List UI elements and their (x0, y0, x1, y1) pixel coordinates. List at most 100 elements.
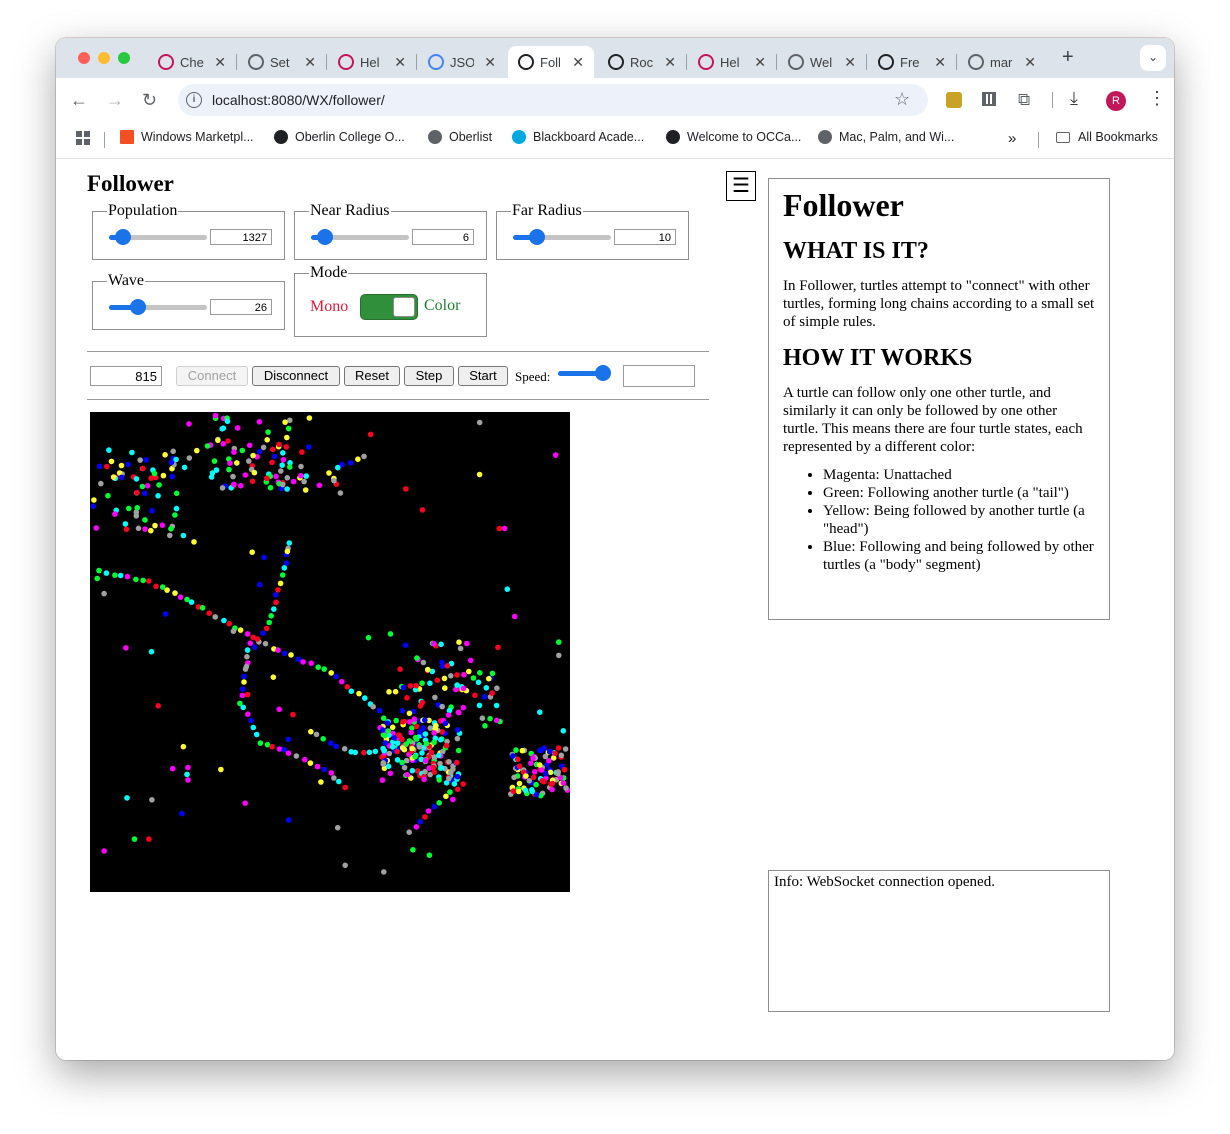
turtle (417, 703, 424, 709)
bookmark-star-icon[interactable]: ☆ (894, 89, 910, 110)
bookmark-label: Blackboard Acade... (533, 130, 645, 144)
tab-6[interactable]: Roc ✕ (598, 46, 686, 78)
close-tab-icon[interactable]: ✕ (1024, 54, 1036, 71)
turtle (186, 455, 193, 461)
wave-input[interactable]: 26 (210, 299, 272, 315)
bookmark-item[interactable]: Oberlin College O... (274, 130, 405, 144)
population-slider-knob[interactable] (114, 229, 131, 245)
turtle (279, 481, 286, 488)
turtle (248, 717, 254, 724)
close-tab-icon[interactable]: ✕ (844, 54, 856, 71)
bookmark-item[interactable]: Blackboard Acade... (512, 130, 644, 144)
turtle (124, 795, 130, 801)
profile-avatar[interactable]: R (1106, 91, 1126, 111)
close-tab-icon[interactable]: ✕ (934, 54, 946, 71)
turtle (301, 478, 307, 485)
new-tab-button[interactable]: + (1062, 46, 1074, 69)
wave-slider[interactable] (109, 299, 207, 315)
speed-value-box[interactable] (623, 365, 695, 387)
mode-toggle[interactable] (360, 294, 418, 320)
turtle (249, 478, 256, 485)
close-window-button[interactable] (78, 52, 90, 64)
tab-5[interactable]: Foll ✕ (508, 46, 594, 78)
turtle (191, 539, 197, 545)
bookmark-item[interactable]: Oberlist (428, 130, 492, 144)
documentation-panel[interactable]: Follower WHAT IS IT? In Follower, turtle… (768, 178, 1110, 620)
far-radius-slider[interactable] (513, 229, 611, 245)
close-tab-icon[interactable]: ✕ (394, 54, 406, 71)
mode-toggle-knob[interactable] (393, 297, 415, 317)
download-icon[interactable]: ⤓ (1070, 88, 1078, 109)
disconnect-button[interactable]: Disconnect (252, 366, 340, 386)
turtle (367, 431, 374, 438)
extension-icon-1[interactable] (946, 92, 962, 108)
bookmark-label: Welcome to OCCa... (687, 130, 802, 144)
reload-icon[interactable]: ↻ (142, 90, 157, 111)
minimize-window-button[interactable] (98, 52, 110, 64)
turtle (313, 731, 320, 738)
speed-slider[interactable] (558, 365, 611, 381)
tab-2[interactable]: Set ✕ (238, 46, 326, 78)
turtle (384, 720, 391, 726)
near-radius-slider[interactable] (311, 229, 409, 245)
turtle (561, 766, 568, 773)
population-slider[interactable] (109, 229, 207, 245)
turtle (421, 776, 427, 783)
tab-title: Roc (630, 54, 654, 70)
tab-3[interactable]: Hel ✕ (328, 46, 416, 78)
more-menu-icon[interactable]: ⋮ (1148, 88, 1166, 109)
tab-9[interactable]: Fre ✕ (868, 46, 956, 78)
tab-10[interactable]: mar ✕ (958, 46, 1046, 78)
turtle (245, 711, 251, 717)
menu-button[interactable]: ☰ (726, 171, 756, 201)
population-input[interactable]: 1327 (210, 229, 272, 245)
far-radius-input[interactable]: 10 (614, 229, 676, 245)
url-text[interactable]: localhost:8080/WX/follower/ (212, 92, 385, 108)
close-tab-icon[interactable]: ✕ (484, 54, 496, 71)
bookmark-item[interactable]: Welcome to OCCa... (666, 130, 801, 144)
turtle (134, 505, 140, 511)
near-radius-input[interactable]: 6 (412, 229, 474, 245)
simulation-canvas[interactable] (90, 412, 570, 892)
bookmarks-overflow-button[interactable]: » (1008, 130, 1016, 147)
extensions-puzzle-icon[interactable]: ⧉ (1018, 90, 1030, 110)
close-tab-icon[interactable]: ✕ (572, 54, 584, 71)
back-arrow-icon[interactable]: ← (70, 90, 88, 111)
turtle (342, 862, 348, 869)
speed-slider-knob[interactable] (595, 365, 611, 381)
forward-arrow-icon[interactable]: → (106, 90, 124, 111)
far-radius-label: Far Radius (511, 202, 583, 220)
close-tab-icon[interactable]: ✕ (664, 54, 676, 71)
connect-button[interactable]: Connect (176, 366, 248, 386)
turtle (142, 490, 148, 497)
turtle (152, 522, 158, 529)
apps-grid-icon[interactable] (76, 131, 90, 145)
reset-button[interactable]: Reset (344, 366, 400, 386)
close-tab-icon[interactable]: ✕ (304, 54, 316, 71)
wave-slider-knob[interactable] (130, 299, 147, 315)
turtle (137, 457, 143, 463)
all-bookmarks-button[interactable]: All Bookmarks (1056, 130, 1158, 144)
info-log[interactable]: Info: WebSocket connection opened. (768, 870, 1110, 1012)
tab-search-button[interactable]: ⌄ (1140, 45, 1166, 71)
start-button[interactable]: Start (458, 366, 508, 386)
turtle (303, 473, 309, 479)
close-tab-icon[interactable]: ✕ (754, 54, 766, 71)
qr-code-icon[interactable] (982, 92, 996, 106)
tab-8[interactable]: Wel ✕ (778, 46, 866, 78)
turtle (409, 767, 416, 774)
tab-1[interactable]: Che ✕ (148, 46, 236, 78)
close-tab-icon[interactable]: ✕ (214, 54, 226, 71)
turtle (244, 631, 251, 637)
bookmark-item[interactable]: Mac, Palm, and Wi... (818, 130, 954, 144)
bookmark-item[interactable]: Windows Marketpl... (120, 130, 254, 144)
zoom-window-button[interactable] (118, 52, 130, 64)
turtle (307, 760, 314, 766)
turtle (270, 446, 276, 453)
site-info-icon[interactable]: i (186, 92, 202, 108)
tab-7[interactable]: Hel ✕ (688, 46, 776, 78)
tab-4[interactable]: JSO ✕ (418, 46, 506, 78)
near-radius-slider-knob[interactable] (316, 229, 333, 245)
far-radius-slider-knob[interactable] (528, 229, 545, 245)
step-button[interactable]: Step (404, 366, 454, 386)
